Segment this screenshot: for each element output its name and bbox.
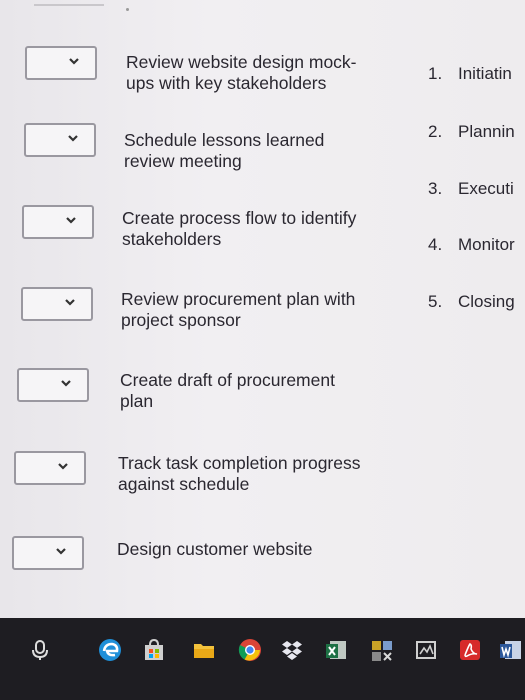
match-select-2[interactable] xyxy=(24,123,96,157)
task-line: Review procurement plan with xyxy=(121,289,356,309)
task-line: plan xyxy=(120,391,154,411)
option-number: 3. xyxy=(428,179,443,198)
option-label: Monitor xyxy=(458,235,515,254)
match-select-3[interactable] xyxy=(22,205,94,239)
task-label-2: Schedule lessons learned review meeting xyxy=(124,130,404,172)
chevron-down-icon xyxy=(56,459,70,473)
match-select-1[interactable] xyxy=(25,46,97,80)
chevron-down-icon xyxy=(64,213,78,227)
task-line: Create process flow to identify xyxy=(122,208,357,228)
task-line: project sponsor xyxy=(121,310,241,330)
chevron-down-icon xyxy=(59,376,73,390)
chevron-down-icon xyxy=(66,131,80,145)
match-select-6[interactable] xyxy=(14,451,86,485)
task-label-6: Track task completion progress against s… xyxy=(118,453,398,495)
chevron-down-icon xyxy=(54,544,68,558)
microphone-icon[interactable] xyxy=(26,636,54,664)
divider-dot xyxy=(126,8,129,11)
task-line: Track task completion progress xyxy=(118,453,361,473)
edge-browser-icon[interactable] xyxy=(96,636,124,664)
task-line: against schedule xyxy=(118,474,250,494)
match-select-7[interactable] xyxy=(12,536,84,570)
option-item-3: 3. Executi xyxy=(428,179,514,199)
chrome-icon[interactable] xyxy=(236,636,264,664)
task-line: Create draft of procurement xyxy=(120,370,335,390)
store-icon[interactable] xyxy=(140,636,168,664)
task-line: ups with key stakeholders xyxy=(126,73,327,93)
match-select-5[interactable] xyxy=(17,368,89,402)
task-line: Review website design mock- xyxy=(126,52,357,72)
option-label: Executi xyxy=(458,179,514,198)
chevron-down-icon xyxy=(67,54,81,68)
divider xyxy=(34,4,104,6)
dropbox-icon[interactable] xyxy=(278,636,306,664)
option-item-4: 4. Monitor xyxy=(428,235,515,255)
option-label: Initiatin xyxy=(458,64,512,83)
option-item-1: 1. Initiatin xyxy=(428,64,512,84)
option-item-5: 5. Closing xyxy=(428,292,515,312)
task-label-4: Review procurement plan with project spo… xyxy=(121,289,401,331)
option-number: 2. xyxy=(428,122,443,141)
acrobat-icon[interactable] xyxy=(456,636,484,664)
task-line: stakeholders xyxy=(122,229,222,249)
option-label: Closing xyxy=(458,292,515,311)
task-line: Design customer website xyxy=(117,539,313,559)
option-number: 4. xyxy=(428,235,443,254)
task-label-5: Create draft of procurement plan xyxy=(120,370,400,412)
option-number: 1. xyxy=(428,64,443,83)
tools-icon[interactable] xyxy=(368,636,396,664)
task-line: Schedule lessons learned xyxy=(124,130,325,150)
chevron-down-icon xyxy=(63,295,77,309)
match-select-4[interactable] xyxy=(21,287,93,321)
taskbar xyxy=(0,618,525,700)
task-line: review meeting xyxy=(124,151,242,171)
task-label-3: Create process flow to identify stakehol… xyxy=(122,208,402,250)
app-icon[interactable] xyxy=(412,636,440,664)
word-icon[interactable] xyxy=(496,636,524,664)
file-explorer-icon[interactable] xyxy=(190,636,218,664)
task-label-7: Design customer website xyxy=(117,539,397,560)
option-label: Plannin xyxy=(458,122,515,141)
excel-icon[interactable] xyxy=(322,636,350,664)
task-label-1: Review website design mock- ups with key… xyxy=(126,52,406,94)
option-number: 5. xyxy=(428,292,443,311)
option-item-2: 2. Plannin xyxy=(428,122,515,142)
